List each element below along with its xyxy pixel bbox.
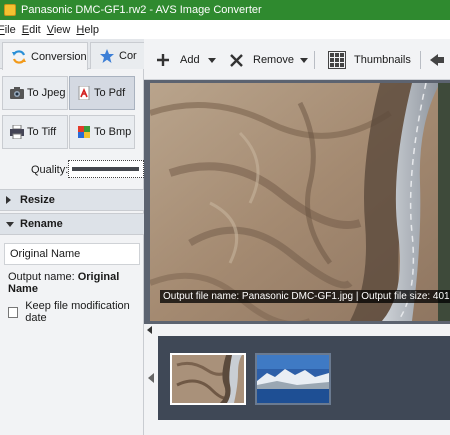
resize-section-header[interactable]: Resize bbox=[0, 189, 144, 211]
keep-date-row[interactable]: Keep file modification date bbox=[8, 300, 143, 324]
tab-correction[interactable]: Cor bbox=[90, 42, 150, 69]
add-label: Add bbox=[180, 54, 200, 66]
remove-button[interactable]: Remove bbox=[230, 49, 308, 71]
printer-icon bbox=[10, 125, 24, 139]
quality-slider-fill bbox=[72, 167, 139, 171]
menu-file[interactable]: File bbox=[0, 24, 16, 36]
bottom-bar bbox=[144, 420, 450, 435]
keep-date-checkbox[interactable] bbox=[8, 306, 19, 318]
menu-view[interactable]: View bbox=[47, 24, 71, 36]
scroll-left-icon[interactable] bbox=[147, 326, 152, 334]
to-jpeg-button[interactable]: To Jpeg bbox=[2, 76, 68, 110]
collapse-arrow-icon bbox=[6, 222, 14, 227]
thumbnails-label: Thumbnails bbox=[354, 54, 411, 66]
quality-label: Quality: bbox=[31, 164, 69, 176]
rename-section-header[interactable]: Rename bbox=[0, 213, 144, 235]
expand-arrow-icon bbox=[6, 196, 11, 204]
refresh-icon bbox=[12, 49, 26, 64]
thumbnails-button[interactable]: Thumbnails bbox=[328, 49, 411, 71]
to-tiff-button[interactable]: To Tiff bbox=[2, 115, 68, 149]
thumbnails-grid-icon bbox=[328, 51, 346, 69]
main-toolbar: Add Remove Thumbnails bbox=[144, 39, 450, 80]
toolbar-separator bbox=[420, 51, 421, 69]
left-panel: Conversion Cor To Jpeg To Pdf To Tiff To… bbox=[0, 39, 150, 435]
quality-row: Quality: bbox=[0, 158, 144, 182]
menu-bar: File Edit View Help bbox=[0, 20, 450, 39]
arrow-left-icon bbox=[430, 54, 444, 66]
toolbar-separator bbox=[314, 51, 315, 69]
thumbnails-strip bbox=[144, 336, 450, 420]
camera-icon bbox=[10, 87, 24, 99]
output-name-row: Output name: Original Name bbox=[8, 271, 143, 295]
preview-scrollbar[interactable] bbox=[144, 324, 450, 336]
to-bmp-button[interactable]: To Bmp bbox=[69, 115, 135, 149]
app-window: Panasonic DMC-GF1.rw2 - AVS Image Conver… bbox=[0, 0, 450, 435]
preview-photo bbox=[150, 83, 450, 321]
to-tiff-label: To Tiff bbox=[27, 126, 57, 138]
plus-icon bbox=[157, 54, 169, 66]
star-icon bbox=[100, 49, 114, 63]
window-title: Panasonic DMC-GF1.rw2 - AVS Image Conver… bbox=[21, 4, 262, 16]
rename-pattern-value: Original Name bbox=[10, 248, 81, 260]
remove-label: Remove bbox=[253, 54, 294, 66]
rename-label: Rename bbox=[20, 218, 63, 230]
add-dropdown-icon[interactable] bbox=[207, 57, 216, 63]
thumbnail[interactable] bbox=[255, 353, 331, 405]
output-name-label: Output name: bbox=[8, 271, 75, 283]
thumbnail-selected[interactable] bbox=[170, 353, 246, 405]
to-pdf-button[interactable]: To Pdf bbox=[69, 76, 135, 110]
close-icon bbox=[230, 53, 243, 67]
back-button[interactable] bbox=[430, 49, 444, 71]
to-pdf-label: To Pdf bbox=[94, 87, 126, 99]
chevron-left-icon[interactable] bbox=[148, 373, 154, 383]
image-preview-area: Output file name: Panasonic DMC-GF1.jpg … bbox=[144, 80, 450, 324]
menu-help[interactable]: Help bbox=[76, 24, 99, 36]
app-icon bbox=[4, 4, 16, 16]
menu-edit[interactable]: Edit bbox=[22, 24, 41, 36]
tab-correction-label: Cor bbox=[119, 50, 137, 62]
tab-conversion-label: Conversion bbox=[31, 50, 87, 63]
tab-conversion[interactable]: Conversion bbox=[2, 42, 88, 70]
panel-tabs: Conversion Cor bbox=[0, 39, 150, 70]
bmp-icon bbox=[78, 126, 90, 138]
title-bar: Panasonic DMC-GF1.rw2 - AVS Image Conver… bbox=[0, 0, 450, 20]
keep-date-label: Keep file modification date bbox=[25, 300, 130, 324]
quality-slider[interactable] bbox=[68, 160, 144, 178]
rename-pattern-field[interactable]: Original Name bbox=[4, 243, 140, 265]
remove-dropdown-icon[interactable] bbox=[299, 57, 308, 63]
thumbnails-scroll-left[interactable] bbox=[144, 336, 158, 420]
pdf-icon bbox=[78, 86, 90, 100]
output-info-caption: Output file name: Panasonic DMC-GF1.jpg … bbox=[160, 290, 450, 303]
add-button[interactable]: Add bbox=[156, 49, 216, 71]
to-bmp-label: To Bmp bbox=[94, 126, 132, 138]
resize-label: Resize bbox=[20, 194, 55, 206]
to-jpeg-label: To Jpeg bbox=[27, 87, 66, 99]
